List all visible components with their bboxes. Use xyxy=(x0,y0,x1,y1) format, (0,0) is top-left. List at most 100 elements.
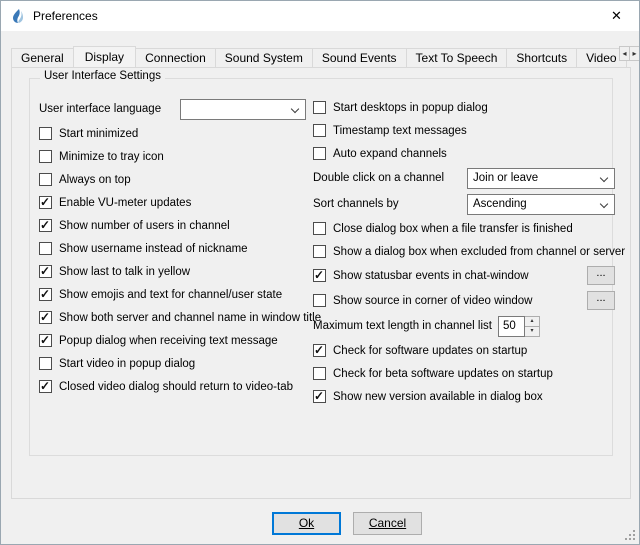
checkbox-label: Always on top xyxy=(59,174,131,186)
checkbox-icon xyxy=(313,147,326,160)
checkbox-label: Show new version available in dialog box xyxy=(333,391,543,403)
checkbox-enable-vu-meter-updates[interactable]: Enable VU-meter updates xyxy=(39,191,306,214)
checkbox-icon xyxy=(39,311,52,324)
checkbox-auto-expand-channels[interactable]: Auto expand channels xyxy=(313,142,615,165)
checkbox-check-for-beta-software-updates-on-startup[interactable]: Check for beta software updates on start… xyxy=(313,362,615,385)
spin-up-icon[interactable]: ▴ xyxy=(525,317,539,326)
spinner-value[interactable]: 50 xyxy=(498,316,525,337)
video-source-browse-button[interactable]: ... xyxy=(587,291,615,310)
checkbox-minimize-to-tray-icon[interactable]: Minimize to tray icon xyxy=(39,145,306,168)
checkbox-label: Start minimized xyxy=(59,128,138,140)
chevron-down-icon xyxy=(291,104,299,112)
maximum-text-length-spinner[interactable]: 50 ▴ ▾ xyxy=(498,316,540,337)
checkbox-icon xyxy=(313,367,326,380)
statusbar-events-browse-button[interactable]: ... xyxy=(587,266,615,285)
close-icon[interactable]: ✕ xyxy=(594,1,639,30)
group-title: User Interface Settings xyxy=(40,70,165,82)
sort-channels-by-combobox[interactable]: Ascending xyxy=(467,194,615,215)
titlebar[interactable]: Preferences ✕ xyxy=(1,1,639,31)
checkbox-icon xyxy=(313,222,326,235)
checkbox-icon xyxy=(313,344,326,357)
max-text-length-row: Maximum text length in channel list 50 ▴… xyxy=(313,313,615,339)
cancel-button[interactable]: Cancel xyxy=(353,512,422,535)
checkbox-closed-video-dialog-should-return-to-video-tab[interactable]: Closed video dialog should return to vid… xyxy=(39,375,306,398)
cancel-button-label: Cancel xyxy=(369,516,406,530)
tab-shortcuts[interactable]: Shortcuts xyxy=(506,48,577,67)
checkbox-popup-dialog-when-receiving-text-message[interactable]: Popup dialog when receiving text message xyxy=(39,329,306,352)
tab-text-to-speech[interactable]: Text To Speech xyxy=(406,48,508,67)
checkbox-icon xyxy=(39,127,52,140)
max-text-length-label: Maximum text length in channel list xyxy=(313,320,492,332)
resize-grip[interactable] xyxy=(624,529,636,541)
checkbox-show-last-to-talk-in-yellow[interactable]: Show last to talk in yellow xyxy=(39,260,306,283)
tab-general[interactable]: General xyxy=(11,48,74,67)
checkbox-start-video-in-popup-dialog[interactable]: Start video in popup dialog xyxy=(39,352,306,375)
checkbox-show-username-instead-of-nickname[interactable]: Show username instead of nickname xyxy=(39,237,306,260)
checkbox-label: Popup dialog when receiving text message xyxy=(59,335,278,347)
checkbox-icon xyxy=(39,288,52,301)
ok-button[interactable]: Ok xyxy=(272,512,341,535)
checkbox-start-minimized[interactable]: Start minimized xyxy=(39,122,306,145)
tab-scroll-buttons: ◂ ▸ xyxy=(619,46,640,61)
checkbox-icon xyxy=(313,245,326,258)
checkbox-icon xyxy=(313,124,326,137)
double-click-on-channel-combobox[interactable]: Join or leave xyxy=(467,168,615,189)
checkbox-label: Show number of users in channel xyxy=(59,220,230,232)
checkbox-timestamp-text-messages[interactable]: Timestamp text messages xyxy=(313,119,615,142)
checkbox-label: Show emojis and text for channel/user st… xyxy=(59,289,282,301)
checkbox-label: Show both server and channel name in win… xyxy=(59,312,321,324)
checkbox-icon xyxy=(39,380,52,393)
tab-sound-events[interactable]: Sound Events xyxy=(312,48,407,67)
checkbox-label: Close dialog box when a file transfer is… xyxy=(333,223,573,235)
tab-sound-system[interactable]: Sound System xyxy=(215,48,313,67)
spin-down-icon[interactable]: ▾ xyxy=(525,326,539,336)
checkbox-start-desktops-in-popup-dialog[interactable]: Start desktops in popup dialog xyxy=(313,96,615,119)
tab-bar: General Display Connection Sound System … xyxy=(11,46,627,67)
checkbox-icon xyxy=(39,265,52,278)
sort-channels-value: Ascending xyxy=(473,198,527,210)
spinner-buttons: ▴ ▾ xyxy=(525,316,540,337)
checkbox-label: Timestamp text messages xyxy=(333,125,467,137)
checkbox-label: Show username instead of nickname xyxy=(59,243,248,255)
preferences-dialog: Preferences ✕ General Display Connection… xyxy=(0,0,640,545)
checkbox-show-both-server-and-channel-name-in-window-title[interactable]: Show both server and channel name in win… xyxy=(39,306,306,329)
checkbox-always-on-top[interactable]: Always on top xyxy=(39,168,306,191)
video-source-row: Show source in corner of video window ..… xyxy=(313,288,615,313)
checkbox-icon xyxy=(313,390,326,403)
checkbox-icon xyxy=(39,219,52,232)
chevron-down-icon xyxy=(600,199,608,207)
chevron-down-icon xyxy=(600,173,608,181)
checkbox-label: Start video in popup dialog xyxy=(59,358,195,370)
checkbox-label: Start desktops in popup dialog xyxy=(333,102,488,114)
checkbox-label: Check for beta software updates on start… xyxy=(333,368,553,380)
right-column: Start desktops in popup dialog Timestamp… xyxy=(313,96,615,408)
language-combobox[interactable] xyxy=(180,99,306,120)
checkbox-show-dialog-box-when-excluded[interactable]: Show a dialog box when excluded from cha… xyxy=(313,240,615,263)
checkbox-icon xyxy=(39,196,52,209)
checkbox-label: Enable VU-meter updates xyxy=(59,197,191,209)
checkbox-label: Auto expand channels xyxy=(333,148,447,160)
double-click-value: Join or leave xyxy=(473,172,538,184)
checkbox-check-for-software-updates-on-startup[interactable]: Check for software updates on startup xyxy=(313,339,615,362)
tab-scroll-right-icon[interactable]: ▸ xyxy=(629,46,640,61)
checkbox-label: Show a dialog box when excluded from cha… xyxy=(333,246,625,258)
display-tab-panel: User Interface Settings User interface l… xyxy=(11,67,631,499)
checkbox-show-source-in-corner-of-video-window[interactable] xyxy=(313,294,326,307)
language-label: User interface language xyxy=(39,103,161,115)
language-row: User interface language xyxy=(39,96,306,122)
checkbox-icon xyxy=(39,242,52,255)
sort-channels-label: Sort channels by xyxy=(313,198,399,210)
window-title: Preferences xyxy=(33,1,98,31)
tab-connection[interactable]: Connection xyxy=(135,48,216,67)
checkbox-icon xyxy=(39,150,52,163)
checkbox-show-emojis-and-text-for-channel-user-state[interactable]: Show emojis and text for channel/user st… xyxy=(39,283,306,306)
left-column: User interface language Start minimized … xyxy=(39,96,306,398)
checkbox-label: Show last to talk in yellow xyxy=(59,266,190,278)
ok-button-label: Ok xyxy=(299,516,314,530)
tab-display[interactable]: Display xyxy=(73,46,136,67)
checkbox-show-statusbar-events-in-chat-window[interactable] xyxy=(313,269,326,282)
checkbox-show-new-version-available-in-dialog-box[interactable]: Show new version available in dialog box xyxy=(313,385,615,408)
checkbox-close-dialog-box-when-file-transfer-finished[interactable]: Close dialog box when a file transfer is… xyxy=(313,217,615,240)
checkbox-show-number-of-users-in-channel[interactable]: Show number of users in channel xyxy=(39,214,306,237)
checkbox-icon xyxy=(39,357,52,370)
